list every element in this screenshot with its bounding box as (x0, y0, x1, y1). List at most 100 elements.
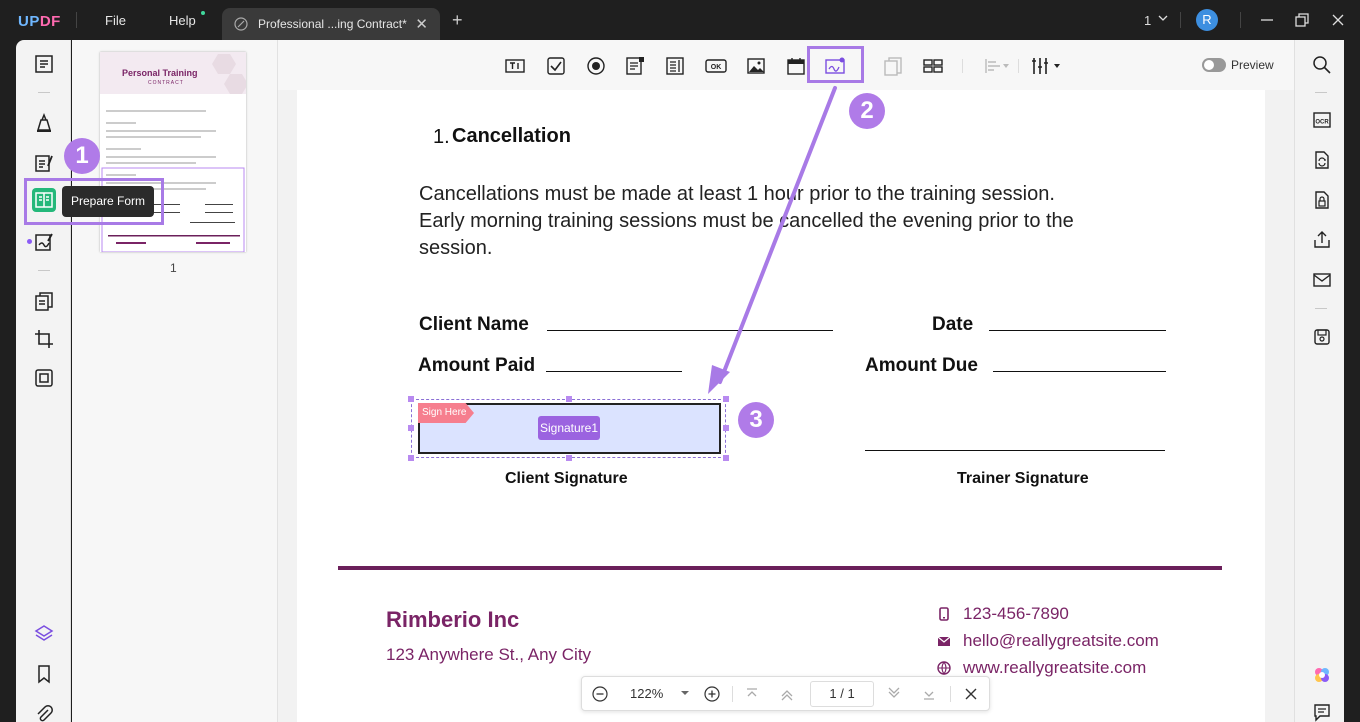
client-signature-label: Client Signature (505, 470, 628, 487)
menu-help[interactable]: Help (169, 13, 196, 28)
reader-icon[interactable] (33, 53, 55, 75)
comment-icon[interactable] (33, 112, 55, 134)
close-icon[interactable] (963, 686, 979, 702)
main-area: OK Preview 1. Cancellation Cancellations… (278, 40, 1294, 722)
resize-handle[interactable] (723, 455, 729, 461)
zoom-in-icon[interactable] (704, 686, 720, 702)
thumbnail-panel: Personal Training CONTRACT 1 (72, 40, 278, 722)
amount-paid-label: Amount Paid (418, 355, 536, 376)
menu-file[interactable]: File (105, 13, 126, 28)
restore-icon[interactable] (1293, 11, 1311, 29)
toolbar-separator (962, 59, 963, 73)
resize-handle[interactable] (408, 425, 414, 431)
comments-panel-icon[interactable] (1312, 702, 1332, 722)
form-toolbar: OK Preview (278, 40, 1294, 90)
radio-button-tool[interactable] (585, 55, 607, 77)
resize-handle[interactable] (566, 396, 572, 402)
paragraph-line: Cancellations must be made at least 1 ho… (419, 183, 1055, 205)
share-icon[interactable] (1312, 230, 1332, 250)
ocr-icon[interactable]: OCR (1312, 110, 1332, 130)
nav-separator (732, 686, 733, 702)
current-page: 1 (829, 686, 837, 701)
page-number-input[interactable]: 1 / 1 (810, 681, 874, 707)
amount-due-line (993, 371, 1166, 372)
resize-handle[interactable] (408, 396, 414, 402)
image-tool[interactable] (745, 55, 767, 77)
title-bar: UPDF File Help Professional ...ing Contr… (0, 0, 1360, 40)
align-dropdown-icon[interactable] (1002, 62, 1010, 70)
paragraph-line: Early morning training sessions must be … (419, 210, 1074, 232)
search-icon[interactable] (1312, 55, 1332, 75)
window-page-indicator[interactable]: 1 (1144, 13, 1151, 28)
duplicate-tool[interactable] (882, 55, 904, 77)
resize-handle[interactable] (566, 455, 572, 461)
date-field-tool[interactable] (785, 55, 807, 77)
more-tools-dropdown-icon[interactable] (1053, 62, 1061, 70)
align-tool[interactable] (982, 55, 1004, 77)
client-name-label: Client Name (419, 314, 529, 335)
resize-handle[interactable] (723, 396, 729, 402)
organize-icon[interactable] (33, 290, 55, 312)
contact-email: hello@reallygreatsite.com (963, 631, 1159, 650)
ai-assistant-icon[interactable] (1312, 665, 1332, 685)
section-number: 1. (433, 126, 450, 148)
trainer-signature-line (865, 450, 1165, 451)
zoom-out-icon[interactable] (592, 686, 608, 702)
sign-here-tag: Sign Here (418, 403, 474, 423)
close-tab-icon[interactable]: ✕ (415, 15, 428, 33)
close-window-icon[interactable] (1329, 11, 1347, 29)
protect-icon[interactable] (1312, 190, 1332, 210)
save-icon[interactable] (1312, 327, 1332, 347)
more-tools-icon[interactable] (1030, 55, 1052, 77)
layers-icon[interactable] (33, 623, 55, 645)
company-address: 123 Anywhere St., Any City (386, 645, 592, 664)
amount-paid-line (546, 371, 682, 372)
bookmark-icon[interactable] (33, 663, 55, 685)
thumbnail-page-number: 1 (170, 261, 177, 275)
contact-phone: 123-456-7890 (963, 604, 1069, 623)
crop-icon[interactable] (33, 328, 55, 350)
title-separator (1240, 12, 1241, 28)
email-share-icon[interactable] (1312, 270, 1332, 290)
button-tool[interactable]: OK (705, 55, 727, 77)
last-page-icon[interactable] (921, 686, 937, 702)
step1-badge: 1 (64, 138, 100, 174)
svg-text:OCR: OCR (1315, 120, 1329, 126)
chevron-down-icon[interactable] (1157, 12, 1169, 24)
contact-website: www.reallygreatsite.com (963, 658, 1147, 677)
convert-pdf-icon[interactable] (1312, 150, 1332, 170)
edit-icon[interactable] (33, 152, 55, 174)
minimize-icon[interactable] (1258, 11, 1276, 29)
user-avatar[interactable]: R (1196, 9, 1218, 31)
tool-sidebar (16, 40, 71, 722)
amount-due-label: Amount Due (865, 355, 978, 376)
resize-handle[interactable] (723, 425, 729, 431)
page-navigation-bar: 122% 1 / 1 (581, 676, 990, 711)
footer-divider (338, 566, 1222, 570)
rail-separator (1315, 308, 1327, 309)
list-box-tool[interactable] (664, 55, 686, 77)
new-tab-icon[interactable]: + (452, 10, 463, 31)
attachment-icon[interactable] (33, 703, 55, 722)
first-page-icon[interactable] (744, 686, 760, 702)
zoom-level[interactable]: 122% (630, 686, 663, 701)
combo-box-tool[interactable] (624, 55, 646, 77)
step3-badge: 3 (738, 402, 774, 438)
rail-separator (38, 270, 50, 271)
zoom-dropdown-icon[interactable] (680, 688, 690, 698)
thumbnail-subtitle: CONTRACT (148, 80, 184, 86)
convert-icon[interactable] (33, 367, 55, 389)
multiple-tool[interactable] (922, 55, 944, 77)
checkbox-tool[interactable] (545, 55, 567, 77)
next-page-icon[interactable] (886, 686, 902, 702)
toolbar-separator (1018, 59, 1019, 73)
previous-page-icon[interactable] (779, 686, 795, 702)
preview-toggle[interactable] (1202, 58, 1226, 72)
step2-badge: 2 (849, 93, 885, 129)
document-tab[interactable]: Professional ...ing Contract* ✕ (222, 8, 440, 40)
text-field-tool[interactable] (504, 55, 526, 77)
rail-separator (38, 92, 50, 93)
sign-icon[interactable] (33, 231, 55, 253)
resize-handle[interactable] (408, 455, 414, 461)
rail-separator (1315, 92, 1327, 93)
